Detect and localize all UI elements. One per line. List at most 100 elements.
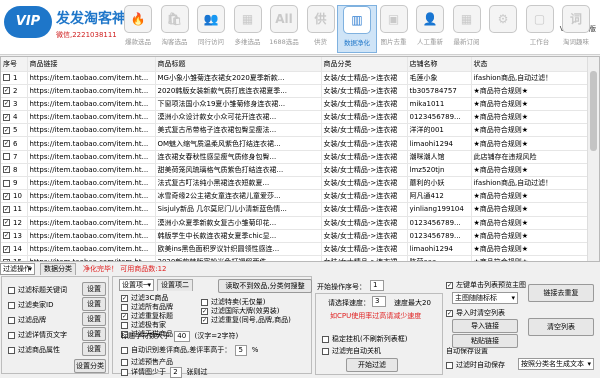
bad-rating-input[interactable]: 5 [235,345,248,356]
filter-option-checkbox[interactable] [8,286,15,294]
row-status-cell: 此店铺存在违规风险 [471,150,588,164]
row-checkbox[interactable]: ✓ [3,100,10,108]
start-filter-button[interactable]: 开始过滤 [346,358,398,372]
table-row[interactable]: 9 https://item.taobao.com/item.ht... 法式复古叮… [1,176,588,191]
row-checkbox[interactable]: ✓ [3,245,10,253]
setting-option-row: ✓ 过滤重复(同号,品牌,商品) [201,315,291,325]
tab-filter[interactable]: 过滤操作 [0,263,35,275]
toolbar-flame-button[interactable]: 🔥 爆款选品 [118,5,158,53]
toolbar-folder-button[interactable]: ▢ 工作台 [520,5,560,53]
table-row[interactable]: ✓ 5 https://item.taobao.com/item.ht... 美式复古… [1,123,588,138]
import-clear-checkbox[interactable]: ✓ [446,309,453,317]
row-index-cell: ✓ 3 [1,97,28,112]
toolbar-grid-button[interactable]: ▦ 最新订阅 [447,5,487,53]
col-header-index[interactable]: 序号 [1,57,28,72]
setting-option-checkbox[interactable] [121,303,128,311]
toolbar-supply-button[interactable]: 供供货 [301,5,341,53]
setting-option-checkbox[interactable]: ✓ [121,294,128,302]
toolbar-word-button[interactable]: 词淘词趣味 [556,5,596,53]
table-row[interactable]: ✓ 11 https://item.taobao.com/item.ht... Sis… [1,202,588,217]
table-row[interactable]: ✓ 8 https://item.taobao.com/item.ht... 甜美荷笼… [1,163,588,178]
setting-option-checkbox[interactable]: ✓ [121,312,128,320]
tab-classify[interactable]: 数据分类 [40,263,76,275]
row-checkbox[interactable] [3,153,10,161]
toolbar-box-button[interactable]: ▦ 多维选品 [228,5,268,53]
table-row[interactable]: 1 https://item.taobao.com/item.ht... MG小象小… [1,71,588,85]
row-checkbox[interactable]: ✓ [3,232,10,240]
table-row[interactable]: 7 https://item.taobao.com/item.ht... 连衣裙女春… [1,150,588,164]
filter-option-set-button[interactable]: 设置 [82,342,106,356]
filter-option-set-button[interactable]: 设置 [82,312,106,326]
toolbar-all-button[interactable]: All 1688选品 [264,5,304,53]
autosave-checkbox[interactable] [446,361,453,369]
col-header-category[interactable]: 商品分类 [321,57,408,72]
autoclose-checkbox[interactable] [322,347,329,355]
filter-option-checkbox[interactable] [8,331,15,339]
stable-checkbox[interactable] [322,335,329,343]
toolbar-tool-button[interactable]: ⚙ [483,5,523,53]
col-header-link[interactable]: 商品链接 [27,57,156,72]
row-cat-cell: 女装/女士精品->连衣裙 [321,136,408,151]
col-header-title[interactable]: 商品标题 [155,57,322,72]
toolbar-person-button[interactable]: 👤 人工重新 [410,5,450,53]
row-checkbox[interactable] [3,74,10,82]
paste-links-button[interactable]: 粘贴链接 [452,334,518,348]
row-checkbox[interactable]: ✓ [3,87,10,95]
setting-option-checkbox[interactable] [121,321,128,329]
table-row[interactable]: ✓ 14 https://item.taobao.com/item.ht... 欧美i… [1,242,588,257]
filter-option-set-button[interactable]: 设置 [82,282,106,296]
row-checkbox[interactable]: ✓ [3,219,10,227]
table-row[interactable]: ✓ 4 https://item.taobao.com/item.ht... 漠洲小众… [1,110,588,125]
preview-select[interactable]: 主图随随标标 [452,292,518,304]
toolbar-data-clean-button[interactable]: ▥ 数据净化 [337,5,377,53]
grid-scrollbar[interactable] [587,57,599,261]
filter-option-set-button[interactable]: 设置 [82,327,106,341]
detail-img-input[interactable]: 2 [170,367,183,378]
autosave-select[interactable]: 按照分类名生成文本 [518,358,594,370]
col-header-status[interactable]: 状态 [471,57,588,72]
scrollbar-thumb[interactable] [590,71,597,151]
filter-option-checkbox[interactable] [8,316,15,324]
preview-checkbox[interactable]: ✓ [446,281,453,289]
dedupe-links-button[interactable]: 链接去重复 [528,284,594,302]
bad-rating-checkbox[interactable] [121,346,128,354]
row-checkbox[interactable]: ✓ [3,166,10,174]
table-row[interactable]: ✓15https://item.taobao.com/item.ht...202… [1,255,588,261]
row-checkbox[interactable]: ✓ [3,140,10,148]
start-index-input[interactable]: 1 [370,280,384,291]
title-length-input[interactable]: 40 [174,331,191,342]
table-row[interactable]: ✓ 13 https://item.taobao.com/item.ht... 韩版学… [1,229,588,243]
filter-option-checkbox[interactable] [8,346,15,354]
table-row[interactable]: ✓ 2 https://item.taobao.com/item.ht... 2020… [1,84,588,98]
speed-input[interactable]: 3 [372,296,386,307]
import-links-button[interactable]: 导入链接 [452,319,518,333]
table-row[interactable]: ✓ 6 https://item.taobao.com/item.ht... OM魅入… [1,136,588,151]
setting-option-checkbox[interactable]: ✓ [201,316,208,324]
toolbar-people-button[interactable]: 👥 同行访问 [191,5,231,53]
row-status-cell: ★商品符合规则★ [471,202,588,217]
toolbar-image-button[interactable]: ▣ 图片去重 [374,5,414,53]
read-classify-button[interactable]: 读取不到效品,分类何搜整 [218,279,312,293]
filter-option-checkbox[interactable] [8,301,15,309]
setting-option-checkbox[interactable]: ✓ [201,307,208,315]
tab-settings-2[interactable]: 设置项二 [157,279,193,291]
clear-list-button[interactable]: 清空列表 [528,318,594,336]
filter-option-set-button[interactable]: 设置 [82,297,106,311]
row-checkbox[interactable]: ✓ [3,258,10,261]
row-checkbox[interactable] [3,179,10,187]
tab-settings-1[interactable]: 设置项一 [119,279,154,291]
col-header-shop[interactable]: 店铺名称 [407,57,472,72]
table-row[interactable]: ✓ 10 https://item.taobao.com/item.ht... 冰雪奇… [1,189,588,204]
toolbar-bag-button[interactable]: 🛍 淘客选品 [155,5,195,53]
row-checkbox[interactable]: ✓ [3,192,10,200]
presale-checkbox[interactable] [121,358,128,366]
row-checkbox[interactable]: ✓ [3,126,10,134]
product-grid[interactable]: 序号 商品链接 商品标题 商品分类 店铺名称 状态 1 https://item.… [0,56,600,262]
row-checkbox[interactable]: ✓ [3,113,10,121]
set-classify-button[interactable]: 设置分类 [74,359,106,373]
detail-img-checkbox[interactable] [121,368,128,376]
row-checkbox[interactable]: ✓ [3,205,10,213]
table-row[interactable]: ✓ 12 https://item.taobao.com/item.ht... 漠洲小… [1,216,588,230]
table-row[interactable]: ✓ 3 https://item.taobao.com/item.ht... 下窗项法… [1,97,588,112]
setting-option-checkbox[interactable] [201,298,208,306]
